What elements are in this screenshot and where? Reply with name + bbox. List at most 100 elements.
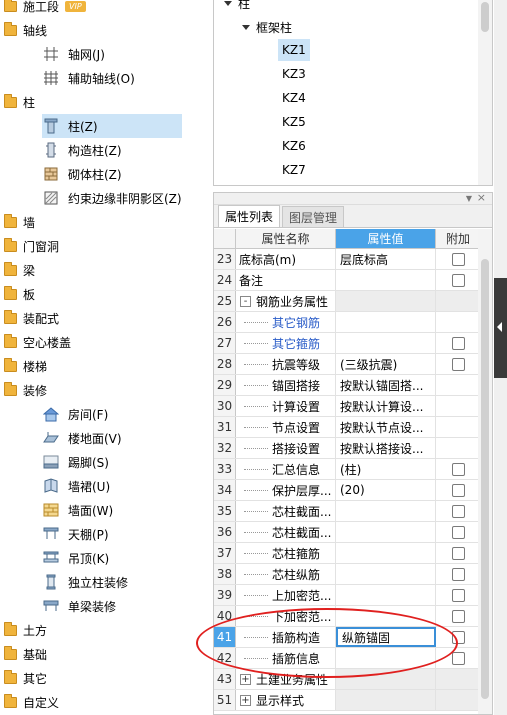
category-item[interactable]: 施工段 VIP bbox=[4, 0, 86, 18]
property-name-cell[interactable]: 下加密范... bbox=[236, 606, 336, 626]
tree-child-item[interactable]: 构造柱(Z) bbox=[42, 138, 124, 162]
property-name-cell[interactable]: 芯柱箍筋 bbox=[236, 543, 336, 563]
property-row[interactable]: 25- 钢筋业务属性 bbox=[214, 291, 480, 312]
component-list-scrollbar[interactable] bbox=[478, 0, 492, 185]
tree-child-item[interactable]: 轴网(J) bbox=[42, 42, 107, 66]
tree-child-item[interactable]: 楼地面(V) bbox=[42, 426, 124, 450]
add-checkbox[interactable] bbox=[451, 273, 465, 287]
property-name-cell[interactable]: 计算设置 bbox=[236, 396, 336, 416]
add-checkbox[interactable] bbox=[451, 252, 465, 266]
expand-icon[interactable]: + bbox=[240, 694, 251, 706]
property-row[interactable]: 26 其它钢筋 bbox=[214, 312, 480, 333]
property-grid-scrollbar[interactable] bbox=[478, 229, 492, 714]
property-name-cell[interactable]: + 土建业务属性 bbox=[236, 669, 336, 689]
category-item[interactable]: 墙 bbox=[4, 210, 35, 234]
property-row[interactable]: 41 插筋构造 纵筋锚固 bbox=[214, 627, 480, 648]
property-name-cell[interactable]: 汇总信息 bbox=[236, 459, 336, 479]
add-checkbox[interactable] bbox=[451, 546, 465, 560]
property-value-input[interactable]: 纵筋锚固 bbox=[336, 627, 436, 647]
expand-arrow-icon[interactable] bbox=[242, 24, 250, 30]
component-item[interactable]: KZ3 bbox=[278, 63, 310, 85]
tree-child-item[interactable]: 约束边缘非阴影区(Z) bbox=[42, 186, 184, 210]
property-row[interactable]: 24 备注 bbox=[214, 270, 480, 291]
component-item[interactable]: KZ7 bbox=[278, 159, 310, 181]
property-row[interactable]: 38 芯柱纵筋 bbox=[214, 564, 480, 585]
tree-child-item[interactable]: 墙面(W) bbox=[42, 498, 115, 522]
component-item[interactable]: KZ4 bbox=[278, 87, 310, 109]
component-item[interactable]: KZ5 bbox=[278, 111, 310, 133]
add-checkbox[interactable] bbox=[451, 651, 465, 665]
property-row[interactable]: 33 汇总信息 (柱) bbox=[214, 459, 480, 480]
property-row[interactable]: 37 芯柱箍筋 bbox=[214, 543, 480, 564]
tree-child-item[interactable]: 砌体柱(Z) bbox=[42, 162, 124, 186]
category-item[interactable]: 柱 bbox=[4, 90, 35, 114]
property-row[interactable]: 23 底标高(m) 层底标高 bbox=[214, 249, 480, 270]
add-checkbox[interactable] bbox=[451, 336, 465, 350]
property-name-cell[interactable]: 备注 bbox=[236, 270, 336, 290]
property-value-cell[interactable] bbox=[336, 606, 436, 626]
property-value-cell[interactable] bbox=[336, 522, 436, 542]
property-name-cell[interactable]: - 钢筋业务属性 bbox=[236, 291, 336, 311]
header-name[interactable]: 属性名称 bbox=[236, 229, 336, 248]
property-name-cell[interactable]: 底标高(m) bbox=[236, 249, 336, 269]
property-row[interactable]: 28 抗震等级 (三级抗震) bbox=[214, 354, 480, 375]
property-value-cell[interactable]: 层底标高 bbox=[336, 249, 436, 269]
add-checkbox[interactable] bbox=[451, 630, 465, 644]
property-value-cell[interactable]: 按默认节点设... bbox=[336, 417, 436, 437]
property-name-cell[interactable]: 锚固搭接 bbox=[236, 375, 336, 395]
property-value-cell[interactable] bbox=[336, 648, 436, 668]
tree-child-item[interactable]: 柱(Z) bbox=[42, 114, 182, 138]
property-value-cell[interactable] bbox=[336, 564, 436, 584]
category-item[interactable]: 其它 bbox=[4, 666, 47, 690]
property-row[interactable]: 43 + 土建业务属性 bbox=[214, 669, 480, 690]
add-checkbox[interactable] bbox=[451, 525, 465, 539]
property-value-cell[interactable]: 按默认锚固搭... bbox=[336, 375, 436, 395]
property-name-cell[interactable]: + 显示样式 bbox=[236, 690, 336, 710]
property-name-cell[interactable]: 插筋构造 bbox=[236, 627, 336, 647]
property-value-cell[interactable] bbox=[336, 270, 436, 290]
property-row[interactable]: 51 + 显示样式 bbox=[214, 690, 480, 711]
category-item[interactable]: 板 bbox=[4, 282, 35, 306]
collapse-arrow-icon[interactable] bbox=[497, 322, 502, 332]
category-item[interactable]: 装配式 bbox=[4, 306, 59, 330]
tree-child-item[interactable]: 房间(F) bbox=[42, 402, 110, 426]
property-value-cell[interactable] bbox=[336, 543, 436, 563]
property-value-cell[interactable] bbox=[336, 291, 436, 311]
property-row[interactable]: 32 搭接设置 按默认搭接设... bbox=[214, 438, 480, 459]
tab-property-list[interactable]: 属性列表 bbox=[218, 205, 281, 227]
property-name-cell[interactable]: 插筋信息 bbox=[236, 648, 336, 668]
add-checkbox[interactable] bbox=[451, 462, 465, 476]
expand-arrow-icon[interactable] bbox=[224, 0, 232, 6]
close-icon[interactable]: × bbox=[477, 193, 486, 204]
tree-child-item[interactable]: 独立柱装修 bbox=[42, 570, 130, 594]
tree-child-item[interactable]: 单梁装修 bbox=[42, 594, 118, 618]
property-value-cell[interactable] bbox=[336, 333, 436, 353]
component-item[interactable]: KZ1 bbox=[278, 39, 310, 61]
pin-icon[interactable]: ▼ bbox=[466, 194, 472, 203]
tree-child-item[interactable]: 踢脚(S) bbox=[42, 450, 111, 474]
scrollbar-thumb[interactable] bbox=[481, 2, 489, 32]
category-item[interactable]: 自定义 bbox=[4, 690, 59, 714]
category-item[interactable]: 土方 bbox=[4, 618, 47, 642]
category-item[interactable]: 空心楼盖 bbox=[4, 330, 71, 354]
header-value[interactable]: 属性值 bbox=[336, 229, 436, 248]
property-value-cell[interactable]: (柱) bbox=[336, 459, 436, 479]
property-row[interactable]: 42 插筋信息 bbox=[214, 648, 480, 669]
add-checkbox[interactable] bbox=[451, 483, 465, 497]
property-row[interactable]: 29 锚固搭接 按默认锚固搭... bbox=[214, 375, 480, 396]
property-name-cell[interactable]: 其它钢筋 bbox=[236, 312, 336, 332]
property-name-cell[interactable]: 其它箍筋 bbox=[236, 333, 336, 353]
expand-icon[interactable]: + bbox=[240, 673, 251, 685]
property-row[interactable]: 36 芯柱截面... bbox=[214, 522, 480, 543]
tree-child-item[interactable]: 辅助轴线(O) bbox=[42, 66, 137, 90]
tab-layer-management[interactable]: 图层管理 bbox=[282, 206, 345, 227]
collapse-icon[interactable]: - bbox=[240, 295, 251, 307]
property-name-cell[interactable]: 芯柱截面... bbox=[236, 522, 336, 542]
property-row[interactable]: 34 保护层厚... (20) bbox=[214, 480, 480, 501]
property-value-cell[interactable] bbox=[336, 690, 436, 710]
category-item[interactable]: 门窗洞 bbox=[4, 234, 59, 258]
property-row[interactable]: 40 下加密范... bbox=[214, 606, 480, 627]
category-item[interactable]: 轴线 bbox=[4, 18, 47, 42]
property-name-cell[interactable]: 搭接设置 bbox=[236, 438, 336, 458]
property-value-cell[interactable] bbox=[336, 585, 436, 605]
